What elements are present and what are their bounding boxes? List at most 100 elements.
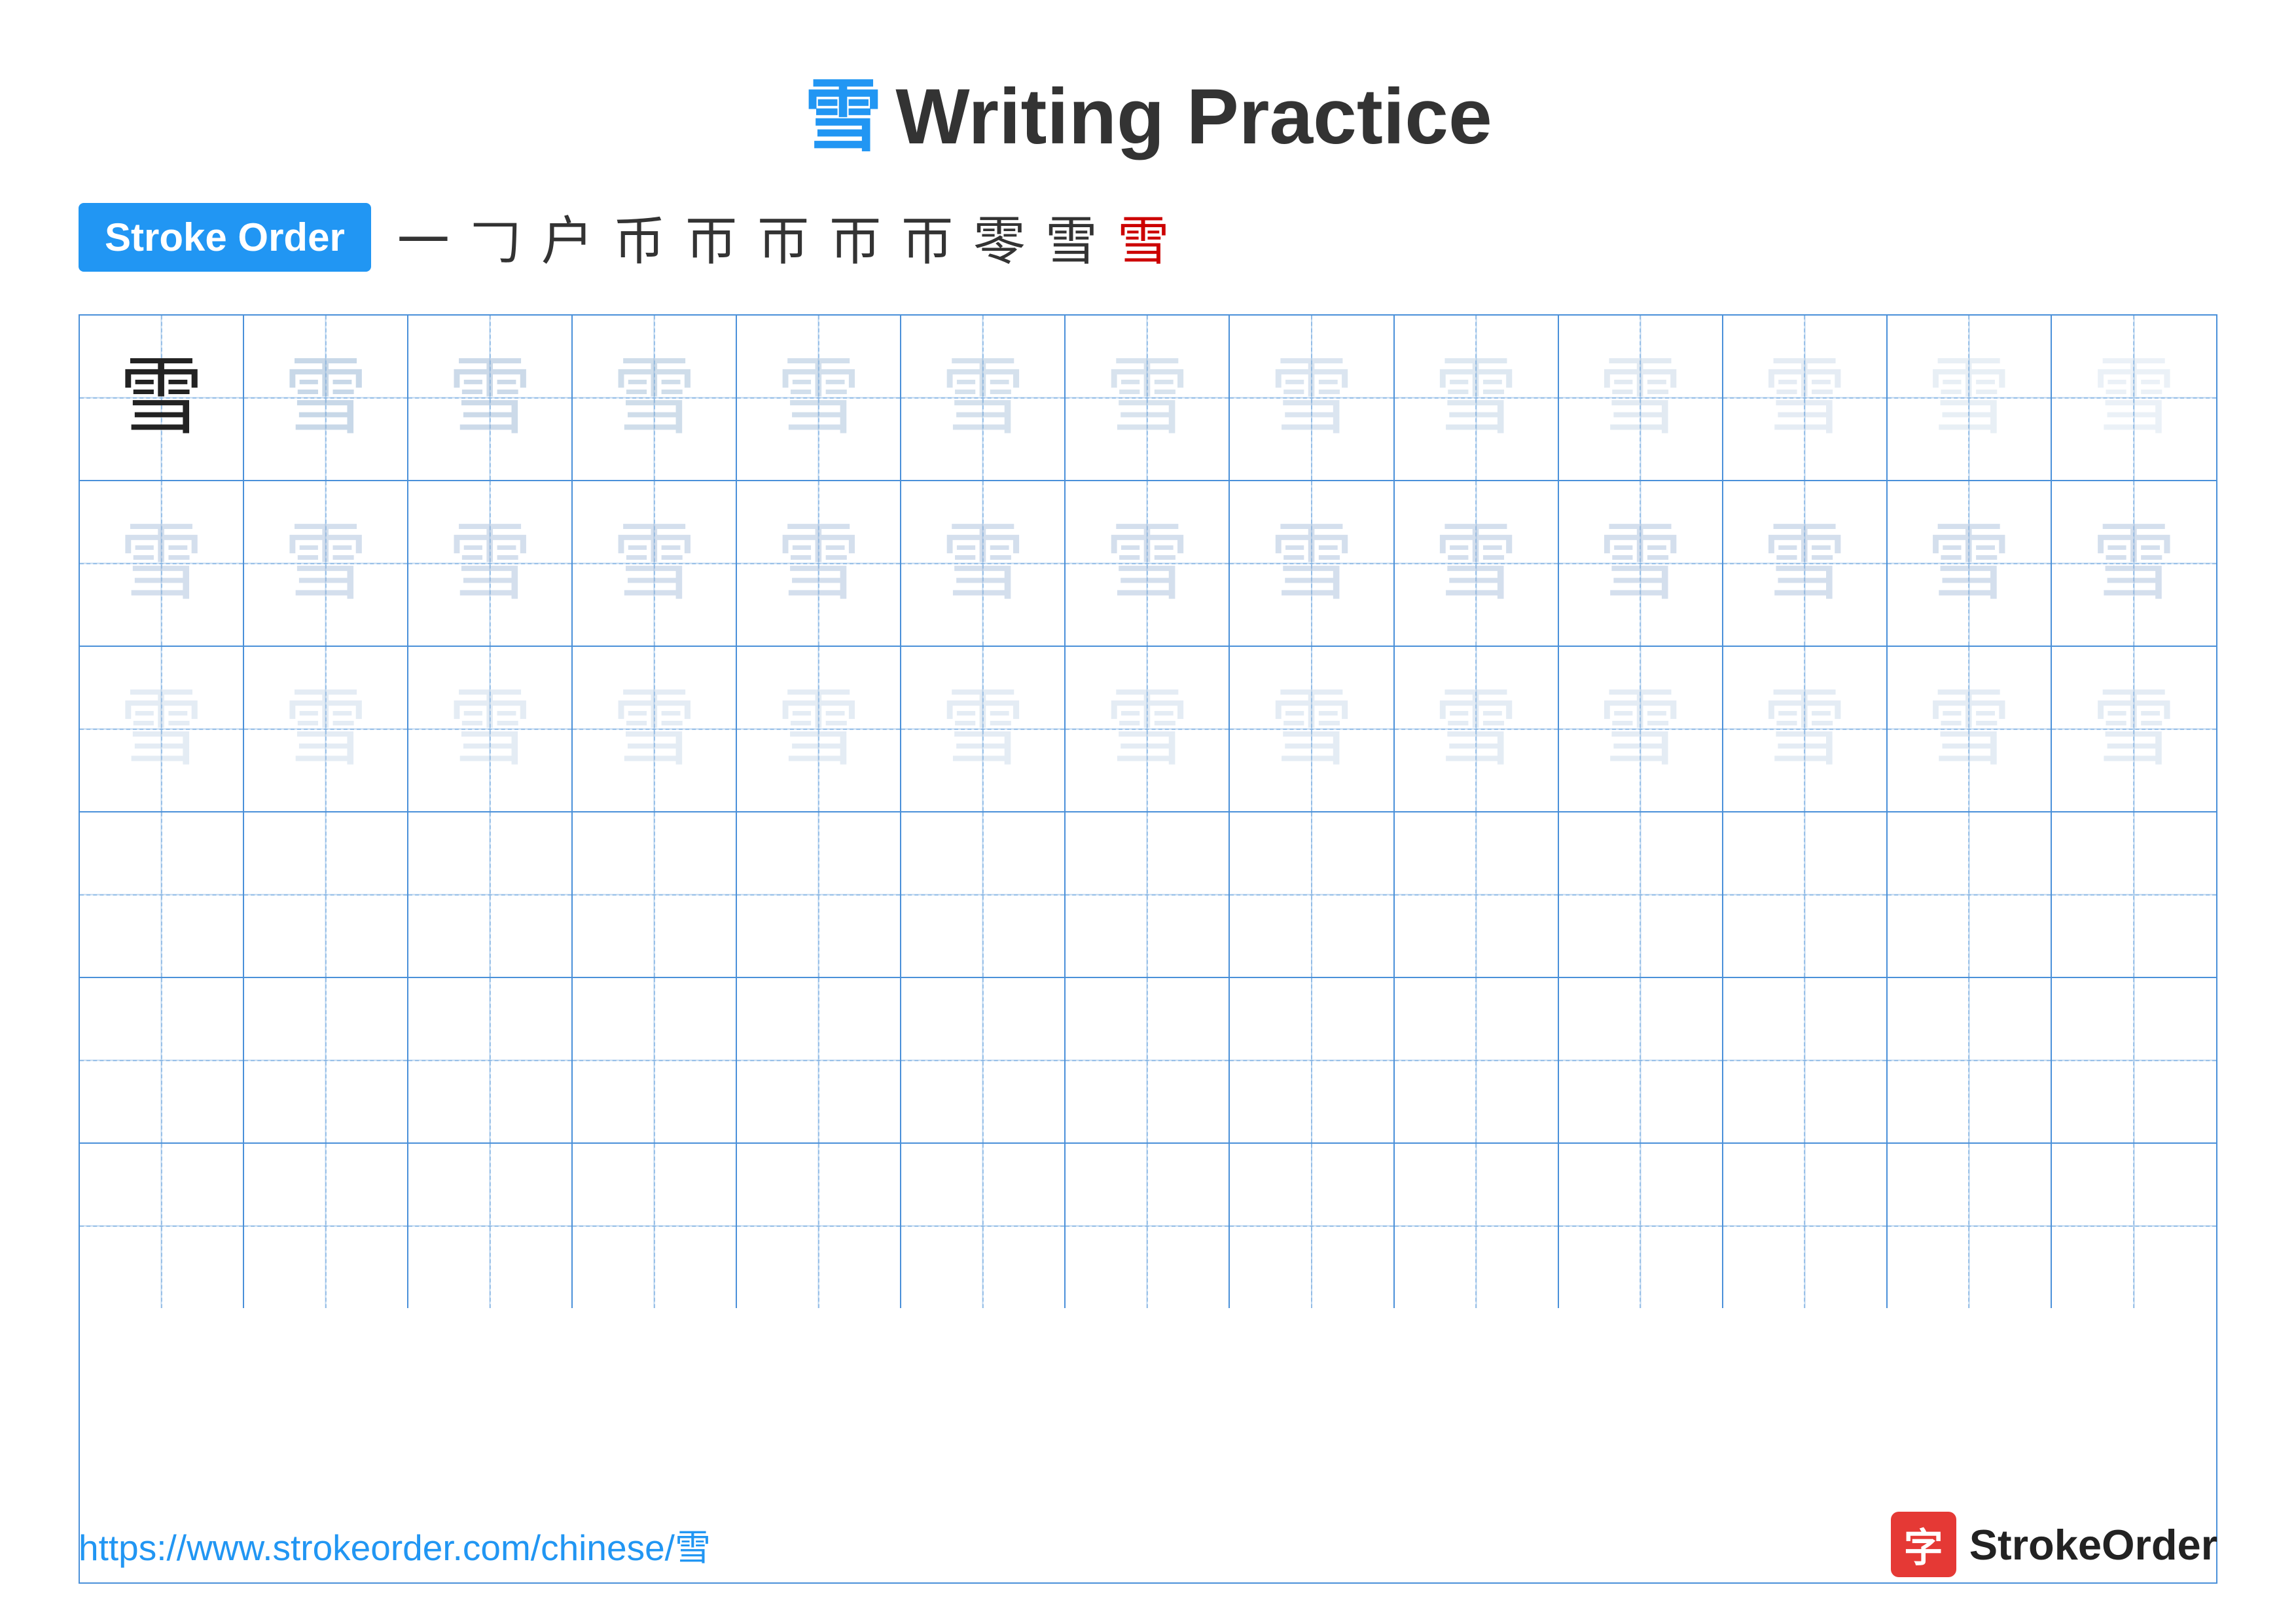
grid-cell[interactable]: 雪 <box>244 481 408 646</box>
grid-cell[interactable] <box>244 978 408 1142</box>
grid-cell[interactable] <box>1723 1144 1888 1308</box>
grid-cell[interactable]: 雪 <box>1395 481 1559 646</box>
grid-cell[interactable] <box>1395 978 1559 1142</box>
grid-cell[interactable]: 雪 <box>2052 481 2216 646</box>
grid-cell[interactable]: 雪 <box>573 647 737 811</box>
grid-cell[interactable]: 雪 <box>1723 481 1888 646</box>
grid-cell[interactable] <box>737 812 901 977</box>
grid-cell[interactable]: 雪 <box>737 316 901 480</box>
grid-cell[interactable]: 雪 <box>244 316 408 480</box>
grid-cell[interactable]: 雪 <box>1395 647 1559 811</box>
grid-row-3[interactable] <box>80 812 2216 978</box>
grid-cell[interactable] <box>1395 812 1559 977</box>
grid-cell[interactable] <box>1559 812 1723 977</box>
grid-cell[interactable] <box>1559 978 1723 1142</box>
stroke-order-row: Stroke Order 一 𠃌 户 币 帀 帀 帀 帀 零 雪 雪 <box>79 199 2217 275</box>
grid-cell[interactable] <box>244 812 408 977</box>
grid-cell[interactable] <box>1066 812 1230 977</box>
grid-cell[interactable] <box>244 1144 408 1308</box>
footer-logo-text: StrokeOrder <box>1969 1520 2217 1569</box>
grid-cell[interactable] <box>80 812 244 977</box>
grid-cell[interactable] <box>737 1144 901 1308</box>
grid-cell[interactable]: 雪 <box>408 647 573 811</box>
grid-cell[interactable]: 雪 <box>1888 481 2052 646</box>
grid-row-5[interactable] <box>80 1144 2216 1308</box>
grid-cell[interactable]: 雪 <box>573 316 737 480</box>
grid-cell[interactable] <box>2052 978 2216 1142</box>
grid-cell[interactable] <box>1888 812 2052 977</box>
grid-cell[interactable]: 雪 <box>1066 481 1230 646</box>
grid-cell[interactable] <box>80 978 244 1142</box>
grid-cell[interactable] <box>573 812 737 977</box>
grid-cell[interactable]: 雪 <box>737 481 901 646</box>
stroke-step-2: 𠃌 <box>469 199 522 275</box>
grid-cell[interactable] <box>1888 978 2052 1142</box>
grid-cell[interactable]: 雪 <box>80 316 244 480</box>
grid-cell[interactable] <box>1723 812 1888 977</box>
grid-cell[interactable]: 雪 <box>1230 647 1394 811</box>
grid-cell[interactable]: 雪 <box>1066 316 1230 480</box>
grid-cell[interactable] <box>1230 812 1394 977</box>
grid-cell[interactable] <box>1230 978 1394 1142</box>
footer-url[interactable]: https://www.strokeorder.com/chinese/雪 <box>79 1518 711 1571</box>
page-title: 雪Writing Practice <box>804 52 1492 166</box>
stroke-step-7: 帀 <box>829 199 882 275</box>
grid-cell[interactable] <box>1723 978 1888 1142</box>
stroke-step-9: 零 <box>973 199 1026 275</box>
stroke-step-8: 帀 <box>901 199 954 275</box>
grid-cell[interactable]: 雪 <box>737 647 901 811</box>
grid-cell[interactable] <box>901 978 1066 1142</box>
grid-cell[interactable]: 雪 <box>1888 647 2052 811</box>
grid-row-2[interactable]: 雪雪雪雪雪雪雪雪雪雪雪雪雪 <box>80 647 2216 812</box>
stroke-step-3: 户 <box>541 199 594 275</box>
grid-row-1[interactable]: 雪雪雪雪雪雪雪雪雪雪雪雪雪 <box>80 481 2216 647</box>
grid-cell[interactable]: 雪 <box>1723 647 1888 811</box>
grid-cell[interactable] <box>408 978 573 1142</box>
grid-cell[interactable] <box>573 978 737 1142</box>
practice-grid[interactable]: 雪雪雪雪雪雪雪雪雪雪雪雪雪雪雪雪雪雪雪雪雪雪雪雪雪雪雪雪雪雪雪雪雪雪雪雪雪雪雪 <box>79 314 2217 1584</box>
stroke-step-4: 币 <box>613 199 666 275</box>
footer: https://www.strokeorder.com/chinese/雪 字 … <box>79 1512 2217 1577</box>
grid-cell[interactable]: 雪 <box>1559 647 1723 811</box>
grid-cell[interactable]: 雪 <box>1723 316 1888 480</box>
grid-cell[interactable]: 雪 <box>1559 481 1723 646</box>
grid-cell[interactable]: 雪 <box>1066 647 1230 811</box>
stroke-step-1: 一 <box>397 199 450 275</box>
grid-cell[interactable]: 雪 <box>901 647 1066 811</box>
grid-cell[interactable] <box>737 978 901 1142</box>
grid-cell[interactable]: 雪 <box>1230 316 1394 480</box>
grid-cell[interactable]: 雪 <box>573 481 737 646</box>
grid-cell[interactable]: 雪 <box>80 647 244 811</box>
stroke-step-10: 雪 <box>1045 199 1098 275</box>
grid-row-4[interactable] <box>80 978 2216 1144</box>
grid-cell[interactable] <box>901 1144 1066 1308</box>
grid-cell[interactable] <box>901 812 1066 977</box>
grid-cell[interactable] <box>2052 812 2216 977</box>
grid-cell[interactable]: 雪 <box>1230 481 1394 646</box>
page: 雪Writing Practice Stroke Order 一 𠃌 户 币 帀… <box>0 0 2296 1623</box>
grid-cell[interactable] <box>1559 1144 1723 1308</box>
grid-row-0[interactable]: 雪雪雪雪雪雪雪雪雪雪雪雪雪 <box>80 316 2216 481</box>
stroke-sequence: 一 𠃌 户 币 帀 帀 帀 帀 零 雪 雪 <box>397 199 1170 275</box>
grid-cell[interactable] <box>408 812 573 977</box>
grid-cell[interactable] <box>2052 1144 2216 1308</box>
grid-cell[interactable]: 雪 <box>1559 316 1723 480</box>
grid-cell[interactable]: 雪 <box>408 316 573 480</box>
grid-cell[interactable] <box>573 1144 737 1308</box>
grid-cell[interactable] <box>1395 1144 1559 1308</box>
grid-cell[interactable]: 雪 <box>901 481 1066 646</box>
grid-cell[interactable]: 雪 <box>408 481 573 646</box>
grid-cell[interactable]: 雪 <box>1888 316 2052 480</box>
grid-cell[interactable]: 雪 <box>1395 316 1559 480</box>
grid-cell[interactable]: 雪 <box>901 316 1066 480</box>
grid-cell[interactable] <box>408 1144 573 1308</box>
grid-cell[interactable] <box>1888 1144 2052 1308</box>
grid-cell[interactable]: 雪 <box>244 647 408 811</box>
grid-cell[interactable] <box>1066 1144 1230 1308</box>
grid-cell[interactable] <box>1066 978 1230 1142</box>
grid-cell[interactable]: 雪 <box>2052 647 2216 811</box>
grid-cell[interactable] <box>80 1144 244 1308</box>
grid-cell[interactable]: 雪 <box>2052 316 2216 480</box>
grid-cell[interactable]: 雪 <box>80 481 244 646</box>
grid-cell[interactable] <box>1230 1144 1394 1308</box>
